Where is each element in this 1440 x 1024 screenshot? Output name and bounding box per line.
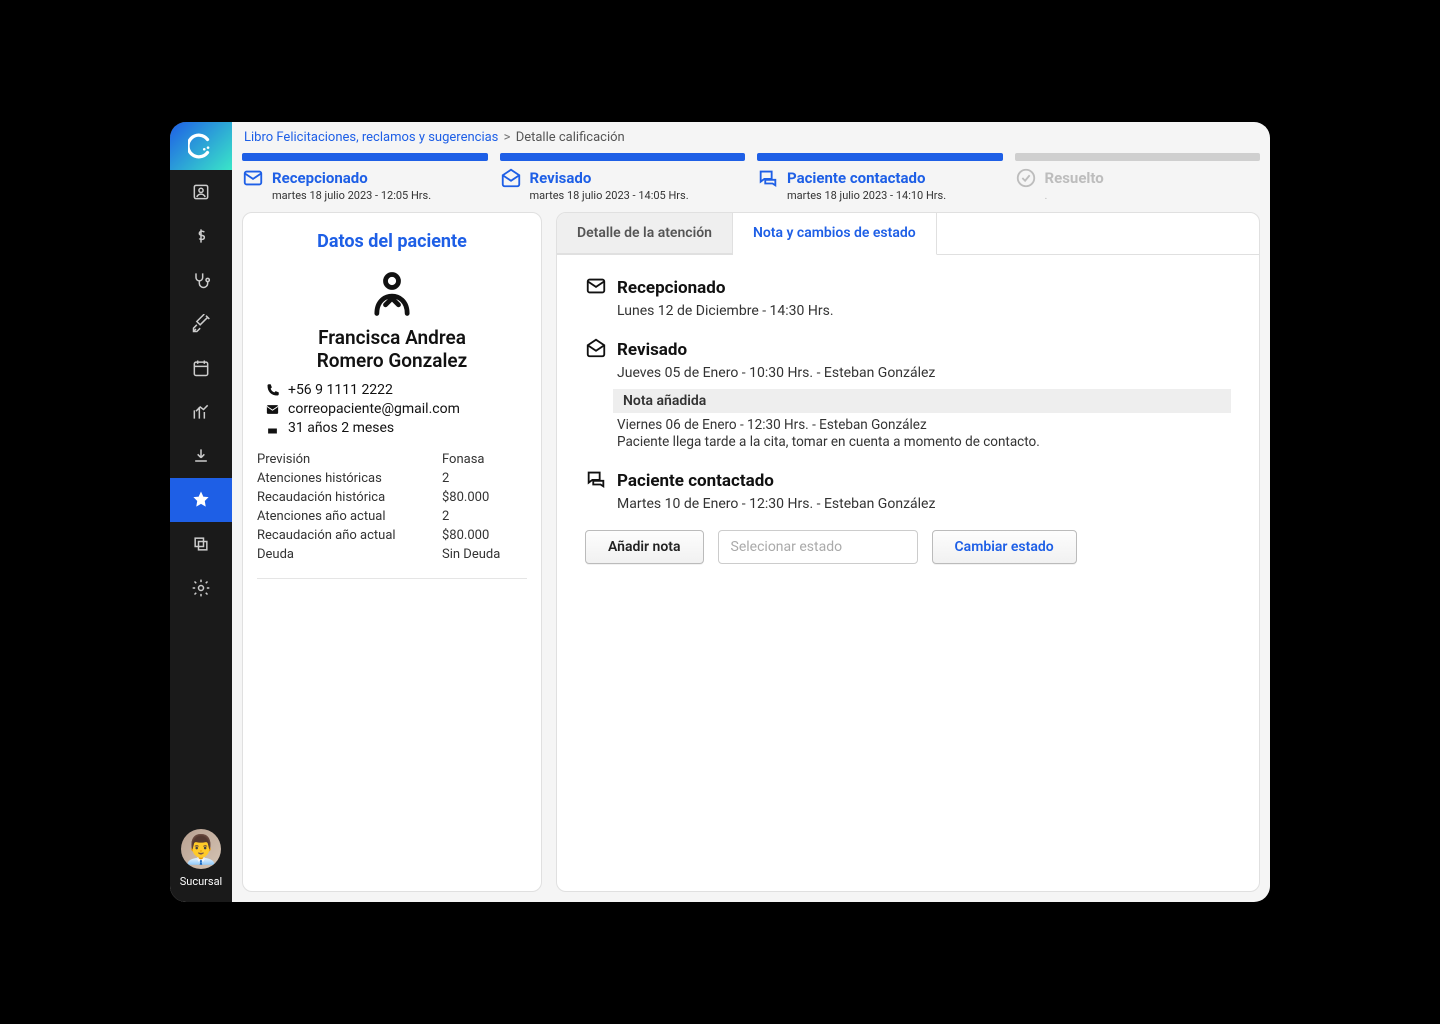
nav-item-reviews[interactable]: [170, 478, 232, 522]
app-logo: [170, 122, 232, 170]
progress-step-contactado: Paciente contactado martes 18 julio 2023…: [757, 153, 1003, 202]
patient-card: Datos del paciente Francisca Andrea Rome…: [242, 212, 542, 892]
timeline-item-contactado: Paciente contactado Martes 10 de Enero -…: [585, 468, 1231, 512]
kv-row: DeudaSin Deuda: [257, 545, 527, 564]
step-subtitle: martes 18 julio 2023 - 14:05 Hrs.: [530, 189, 746, 202]
timeline-subtitle: Martes 10 de Enero - 12:30 Hrs. - Esteba…: [617, 496, 1231, 512]
kv-row: Atenciones año actual2: [257, 507, 527, 526]
timeline-title: Revisado: [617, 340, 687, 360]
stethoscope-icon: [191, 270, 211, 290]
user-card-icon: [191, 182, 211, 202]
step-title: Revisado: [530, 169, 592, 187]
progress-step-resuelto: Resuelto .: [1015, 153, 1261, 202]
sidebar-nav: 👨‍💼 Sucursal: [170, 122, 232, 902]
breadcrumb-separator: >: [504, 130, 511, 145]
step-title: Recepcionado: [272, 169, 368, 187]
main-content: Libro Felicitaciones, reclamos y sugeren…: [232, 122, 1270, 902]
note-title: Nota añadida: [613, 389, 1231, 413]
step-title: Paciente contactado: [787, 169, 925, 187]
chat-icon: [585, 468, 607, 494]
nav-item-layers[interactable]: [170, 522, 232, 566]
breadcrumb-current: Detalle calificación: [516, 130, 625, 145]
progress-bar: [757, 153, 1003, 161]
patient-stats: PrevisiónFonasa Atenciones históricas2 R…: [257, 450, 527, 564]
nav-item-user[interactable]: [170, 170, 232, 214]
breadcrumb-link[interactable]: Libro Felicitaciones, reclamos y sugeren…: [244, 130, 498, 145]
timeline-subtitle: Lunes 12 de Diciembre - 14:30 Hrs.: [617, 303, 1231, 319]
detail-card: Detalle de la atención Nota y cambios de…: [556, 212, 1260, 892]
nav-item-analytics[interactable]: [170, 390, 232, 434]
timeline-item-recepcionado: Recepcionado Lunes 12 de Diciembre - 14:…: [585, 275, 1231, 319]
patient-age: 31 años 2 meses: [265, 420, 527, 436]
progress-bar: [500, 153, 746, 161]
sidebar-footer-label: Sucursal: [180, 875, 222, 888]
mail-closed-icon: [585, 275, 607, 301]
user-avatar[interactable]: 👨‍💼: [181, 829, 221, 869]
kv-row: Atenciones históricas2: [257, 469, 527, 488]
timeline-subtitle: Jueves 05 de Enero - 10:30 Hrs. - Esteba…: [617, 365, 1231, 381]
app-window: 👨‍💼 Sucursal Libro Felicitaciones, recla…: [170, 122, 1270, 902]
progress-bar: [242, 153, 488, 161]
chart-icon: [191, 402, 211, 422]
avatar-image: 👨‍💼: [184, 833, 219, 866]
tab-nota-cambios[interactable]: Nota y cambios de estado: [733, 213, 937, 255]
cake-icon: [265, 421, 280, 436]
breadcrumb: Libro Felicitaciones, reclamos y sugeren…: [232, 122, 1270, 153]
nav-item-stethoscope[interactable]: [170, 258, 232, 302]
nav-item-money[interactable]: [170, 214, 232, 258]
nav-item-calendar[interactable]: [170, 346, 232, 390]
patient-email: correopaciente@gmail.com: [265, 401, 527, 417]
timeline-title: Paciente contactado: [617, 471, 774, 491]
timeline-item-revisado: Revisado Jueves 05 de Enero - 10:30 Hrs.…: [585, 337, 1231, 450]
mail-open-icon: [500, 167, 522, 189]
note-text: Paciente llega tarde a la cita, tomar en…: [617, 434, 1231, 450]
check-circle-icon: [1015, 167, 1037, 189]
nav-item-download[interactable]: [170, 434, 232, 478]
download-icon: [191, 446, 211, 466]
divider: [257, 578, 527, 579]
progress-step-revisado: Revisado martes 18 julio 2023 - 14:05 Hr…: [500, 153, 746, 202]
step-subtitle: martes 18 julio 2023 - 14:10 Hrs.: [787, 189, 1003, 202]
patient-name: Francisca Andrea Romero Gonzalez: [257, 326, 527, 372]
step-subtitle: martes 18 julio 2023 - 12:05 Hrs.: [272, 189, 488, 202]
mail-icon: [265, 402, 280, 417]
step-title: Resuelto: [1045, 169, 1104, 187]
mail-open-icon: [585, 337, 607, 363]
calendar-icon: [191, 358, 211, 378]
change-state-button[interactable]: Cambiar estado: [932, 530, 1077, 564]
layers-icon: [191, 534, 211, 554]
dollar-icon: [191, 226, 211, 246]
note-meta: Viernes 06 de Enero - 12:30 Hrs. - Esteb…: [617, 417, 1231, 433]
tab-detalle-atencion[interactable]: Detalle de la atención: [557, 213, 733, 254]
tab-header: Detalle de la atención Nota y cambios de…: [557, 213, 1259, 255]
progress-bar: [1015, 153, 1261, 161]
gear-icon: [191, 578, 211, 598]
patient-phone: +56 9 1111 2222: [265, 382, 527, 398]
phone-icon: [265, 383, 280, 398]
star-icon: [191, 490, 211, 510]
nav-item-settings[interactable]: [170, 566, 232, 610]
patient-avatar-icon: [257, 268, 527, 320]
add-note-button[interactable]: Añadir nota: [585, 530, 704, 564]
nav-item-injection[interactable]: [170, 302, 232, 346]
state-select[interactable]: Selecionar estado: [718, 530, 918, 564]
step-subtitle: .: [1045, 189, 1261, 202]
kv-row: PrevisiónFonasa: [257, 450, 527, 469]
timeline: Recepcionado Lunes 12 de Diciembre - 14:…: [557, 255, 1259, 584]
syringe-icon: [191, 314, 211, 334]
mail-closed-icon: [242, 167, 264, 189]
action-row: Añadir nota Selecionar estado Cambiar es…: [585, 530, 1231, 564]
progress-step-recepcionado: Recepcionado martes 18 julio 2023 - 12:0…: [242, 153, 488, 202]
chat-icon: [757, 167, 779, 189]
progress-steps: Recepcionado martes 18 julio 2023 - 12:0…: [232, 153, 1270, 212]
patient-card-title: Datos del paciente: [257, 231, 527, 252]
sidebar-footer: 👨‍💼 Sucursal: [180, 829, 222, 902]
timeline-title: Recepcionado: [617, 278, 725, 298]
kv-row: Recaudación año actual$80.000: [257, 526, 527, 545]
kv-row: Recaudación histórica$80.000: [257, 488, 527, 507]
